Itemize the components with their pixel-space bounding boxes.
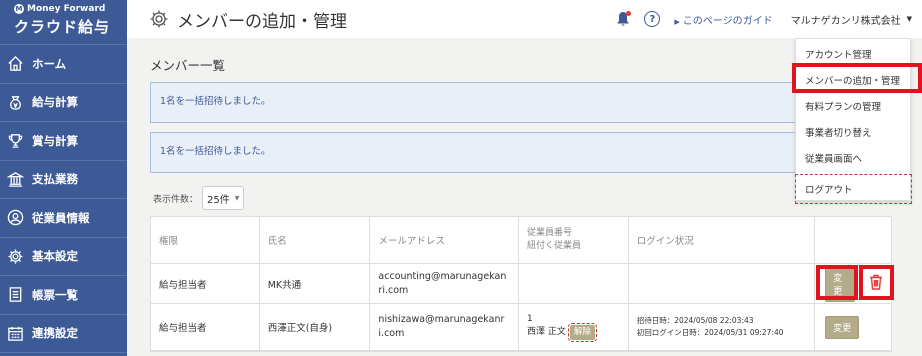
header-login-status: ログイン状況 — [629, 217, 816, 263]
cell-actions: 変更 — [815, 304, 891, 350]
brand-product: クラウド給与 — [14, 18, 111, 36]
money-bag-icon — [6, 93, 24, 111]
table-row: 給与担当者 MK共通 accounting@marunagekanri.com … — [151, 264, 891, 304]
cell-name: MK共通 — [260, 264, 371, 303]
menu-item-plan[interactable]: 有料プランの管理 — [796, 93, 910, 119]
brand-logo[interactable]: M Money Forward クラウド給与 — [0, 0, 127, 45]
sidebar-item-label: 給与計算 — [32, 95, 78, 110]
login-info: 招待日時：2024/05/08 22:03:43 初回ログイン日時：2024/0… — [637, 315, 784, 338]
header-employee: 従業員番号 紐付く従業員 — [519, 217, 629, 263]
change-button[interactable]: 変更 — [825, 315, 860, 339]
info-alert: 1名を一括招待しました。 — [150, 132, 810, 173]
help-icon[interactable]: ? — [644, 11, 661, 27]
sidebar-item-label: ホーム — [32, 56, 67, 71]
invited-datetime: 招待日時：2024/05/08 22:03:43 — [636, 316, 754, 326]
gear-icon — [149, 9, 169, 29]
per-page-select[interactable]: 25件 ▼ — [202, 186, 245, 210]
company-menu[interactable]: マルナゲカンリ株式会社 ▼ — [791, 12, 912, 27]
caret-down-icon: ▼ — [906, 15, 912, 23]
first-login-datetime: 初回ログイン日時：2024/05/31 09:27:40 — [636, 328, 784, 337]
sidebar-item-home[interactable]: ホーム — [0, 45, 127, 84]
header-linked-employee: 紐付く従業員 — [527, 241, 582, 251]
gear-icon — [6, 247, 24, 265]
person-icon — [6, 209, 24, 227]
sidebar-item-label: 賞与計算 — [32, 133, 78, 148]
cell-role: 給与担当者 — [151, 304, 260, 350]
cell-login-status: 招待日時：2024/05/08 22:03:43 初回ログイン日時：2024/0… — [629, 304, 816, 350]
highlight-box — [859, 265, 894, 300]
notification-dot — [626, 11, 632, 16]
sidebar-item-label: 帳票一覧 — [32, 287, 78, 302]
header-name: 氏名 — [260, 217, 371, 263]
moneyforward-logo-icon: M — [14, 4, 24, 14]
calendar-icon — [6, 324, 24, 342]
page-title: メンバーの追加・管理 — [177, 11, 347, 32]
cell-name: 西澤正文(自身) — [260, 304, 371, 350]
sidebar-item-payments[interactable]: 支払業務 — [0, 161, 127, 199]
menu-item-switch-business[interactable]: 事業者切り替え — [796, 119, 910, 145]
employee-number: 1 — [527, 313, 533, 324]
menu-item-logout[interactable]: ログアウト — [795, 174, 912, 204]
sidebar-item-reports[interactable]: 帳票一覧 — [0, 276, 127, 315]
info-alert: 1名を一括招待しました。 — [150, 82, 810, 123]
header-role: 権限 — [151, 217, 260, 263]
brand-company: M Money Forward — [14, 4, 127, 14]
header-email: メールアドレス — [370, 217, 520, 263]
per-page-control: 表示件数： 25件 ▼ — [153, 186, 245, 210]
sidebar-item-payroll[interactable]: 給与計算 — [0, 84, 127, 122]
sidebar-item-label: 支払業務 — [32, 172, 78, 187]
employee-info: 1 西澤 正文 解除 — [527, 313, 597, 343]
sidebar: M Money Forward クラウド給与 ホーム 給与計算 賞与計算 支払業… — [0, 0, 127, 356]
page-guide-label: このページのガイド — [682, 15, 773, 27]
table-header-row: 権限 氏名 メールアドレス 従業員番号 紐付く従業員 ログイン状況 — [151, 217, 891, 264]
trophy-icon — [6, 132, 24, 150]
home-icon — [6, 55, 24, 73]
members-table: 権限 氏名 メールアドレス 従業員番号 紐付く従業員 ログイン状況 給与担当者 … — [150, 216, 892, 352]
per-page-value: 25件 — [207, 194, 230, 206]
header-employee-number: 従業員番号 — [527, 228, 573, 239]
menu-item-employee-screen[interactable]: 従業員画面へ — [796, 145, 910, 171]
header-actions — [815, 217, 891, 263]
section-title: メンバー一覧 — [150, 58, 226, 73]
top-header: メンバーの追加・管理 ? ▶ このページのガイド マルナゲカンリ株式会社 ▼ — [127, 0, 922, 38]
bank-icon — [6, 170, 24, 188]
sidebar-item-label: 連携設定 — [32, 326, 78, 341]
highlight-box — [792, 63, 922, 93]
table-row: 給与担当者 西澤正文(自身) nishizawa@marunagekanri.c… — [151, 304, 891, 351]
page-guide-link[interactable]: ▶ このページのガイド — [674, 12, 772, 27]
brand-company-label: Money Forward — [27, 4, 106, 14]
sidebar-item-bonus[interactable]: 賞与計算 — [0, 122, 127, 161]
per-page-label: 表示件数： — [153, 194, 199, 205]
sidebar-item-settings[interactable]: 基本設定 — [0, 238, 127, 276]
cell-employee: 1 西澤 正文 解除 — [519, 304, 629, 350]
sidebar-item-label: 基本設定 — [32, 249, 78, 264]
cell-role: 給与担当者 — [151, 264, 260, 303]
linked-employee-name: 西澤 正文 — [527, 326, 566, 337]
cell-employee — [519, 264, 629, 303]
sidebar-item-integrations[interactable]: 連携設定 — [0, 315, 127, 353]
cell-email: nishizawa@marunagekanri.com — [370, 304, 520, 350]
company-name: マルナゲカンリ株式会社 — [790, 15, 901, 27]
sidebar-item-label: 従業員情報 — [32, 210, 90, 225]
cell-email: accounting@marunagekanri.com — [370, 264, 520, 303]
document-icon — [6, 286, 24, 304]
sidebar-item-employees[interactable]: 従業員情報 — [0, 199, 127, 238]
caret-right-icon: ▶ — [674, 17, 680, 26]
linked-employee: 西澤 正文 解除 — [527, 323, 597, 343]
highlight-box — [816, 265, 858, 300]
bell-icon[interactable] — [616, 11, 632, 27]
release-button[interactable]: 解除 — [567, 323, 597, 343]
cell-login-status — [629, 264, 816, 303]
caret-down-icon: ▼ — [234, 194, 240, 202]
